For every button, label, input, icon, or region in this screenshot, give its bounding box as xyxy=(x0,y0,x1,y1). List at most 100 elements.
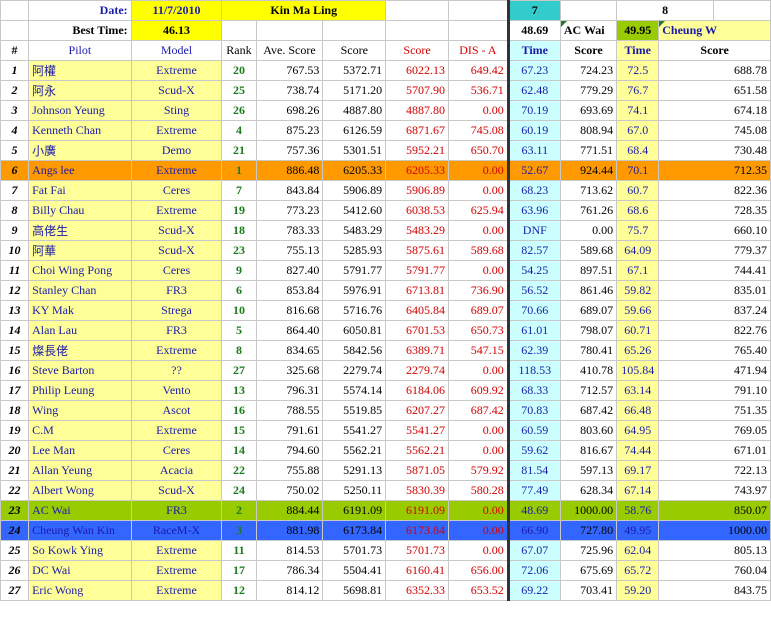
rank-cell[interactable]: 26 xyxy=(221,100,257,121)
ave-score-cell[interactable]: 757.36 xyxy=(255,140,324,161)
date-value[interactable]: 11/7/2010 xyxy=(130,0,223,21)
score-r8-cell[interactable]: 765.40 xyxy=(658,340,771,361)
time-r7-cell[interactable]: 68.33 xyxy=(506,380,561,401)
score-r7-cell[interactable]: 924.44 xyxy=(559,160,618,181)
score-total-cell[interactable]: 6389.71 xyxy=(385,340,449,361)
time-r7-cell[interactable]: 61.01 xyxy=(506,320,561,341)
ave-score-cell[interactable]: 755.13 xyxy=(255,240,324,261)
dis-a-cell[interactable]: 0.00 xyxy=(447,160,509,181)
pilot-cell[interactable]: Choi Wing Pong xyxy=(28,260,132,281)
time-r7-cell[interactable]: 69.22 xyxy=(506,580,561,601)
score-r8-cell[interactable]: 743.97 xyxy=(658,480,771,501)
rank-cell[interactable]: 16 xyxy=(221,400,257,421)
time-r7-cell[interactable]: 63.96 xyxy=(506,200,561,221)
dis-a-cell[interactable]: 625.94 xyxy=(447,200,509,221)
ave-score-cell[interactable]: 816.68 xyxy=(255,300,324,321)
ave-score-cell[interactable]: 773.23 xyxy=(255,200,324,221)
rank-cell[interactable]: 13 xyxy=(221,380,257,401)
score-r8-cell[interactable]: 822.76 xyxy=(658,320,771,341)
pilot-cell[interactable]: Lee Man xyxy=(28,440,132,461)
score-r7-cell[interactable]: 589.68 xyxy=(559,240,618,261)
model-cell[interactable]: Scud-X xyxy=(130,220,223,241)
model-cell[interactable]: ?? xyxy=(130,360,223,381)
dis-a-cell[interactable]: 687.42 xyxy=(447,400,509,421)
best-time-value[interactable]: 46.13 xyxy=(130,20,223,41)
row-number[interactable]: 4 xyxy=(0,120,30,141)
score-total-cell[interactable]: 5483.29 xyxy=(385,220,449,241)
dis-a-cell[interactable]: 0.00 xyxy=(447,420,509,441)
col-time-r8[interactable]: Time xyxy=(616,40,660,61)
score-r8-cell[interactable]: 1000.00 xyxy=(658,520,771,541)
time-r8-cell[interactable]: 64.95 xyxy=(616,420,660,441)
score-r7-cell[interactable]: 761.26 xyxy=(559,200,618,221)
row-number[interactable]: 12 xyxy=(0,280,30,301)
time-r8-cell[interactable]: 59.82 xyxy=(616,280,660,301)
score-total-cell[interactable]: 6173.84 xyxy=(385,520,449,541)
time-r8-cell[interactable]: 62.04 xyxy=(616,540,660,561)
row-number[interactable]: 18 xyxy=(0,400,30,421)
row-number[interactable]: 5 xyxy=(0,140,30,161)
model-cell[interactable]: Vento xyxy=(130,380,223,401)
rank-cell[interactable]: 3 xyxy=(221,520,257,541)
time-r8-cell[interactable]: 68.6 xyxy=(616,200,660,221)
score-r8-cell[interactable]: 688.78 xyxy=(658,60,771,81)
row-number[interactable]: 8 xyxy=(0,200,30,221)
ave-score-cell[interactable]: 325.68 xyxy=(255,360,324,381)
model-cell[interactable]: Extreme xyxy=(130,60,223,81)
time-r8-cell[interactable]: 67.0 xyxy=(616,120,660,141)
pilot-cell[interactable]: Allan Yeung xyxy=(28,460,132,481)
score-cell[interactable]: 5171.20 xyxy=(322,80,387,101)
ave-score-cell[interactable]: 864.40 xyxy=(255,320,324,341)
pilot-cell[interactable]: 燦長佬 xyxy=(28,340,132,361)
score-total-cell[interactable]: 5541.27 xyxy=(385,420,449,441)
model-cell[interactable]: Ceres xyxy=(130,440,223,461)
time-r8-cell[interactable]: 76.7 xyxy=(616,80,660,101)
time-r7-cell[interactable]: 54.25 xyxy=(506,260,561,281)
score-cell[interactable]: 5291.13 xyxy=(322,460,387,481)
ave-score-cell[interactable]: 750.02 xyxy=(255,480,324,501)
round8-number[interactable]: 8 xyxy=(616,0,715,21)
score-r7-cell[interactable]: 693.69 xyxy=(559,100,618,121)
score-total-cell[interactable]: 6701.53 xyxy=(385,320,449,341)
score-r7-cell[interactable]: 628.34 xyxy=(559,480,618,501)
dis-a-cell[interactable]: 689.07 xyxy=(447,300,509,321)
time-r8-cell[interactable]: 68.4 xyxy=(616,140,660,161)
score-r8-cell[interactable]: 722.13 xyxy=(658,460,771,481)
pilot-cell[interactable]: 阿永 xyxy=(28,80,132,101)
score-r7-cell[interactable]: 712.57 xyxy=(559,380,618,401)
score-cell[interactable]: 5504.41 xyxy=(322,560,387,581)
score-r7-cell[interactable]: 816.67 xyxy=(559,440,618,461)
score-total-cell[interactable]: 5701.73 xyxy=(385,540,449,561)
ave-score-cell[interactable]: 884.44 xyxy=(255,500,324,521)
pilot-cell[interactable]: Wing xyxy=(28,400,132,421)
dis-a-cell[interactable]: 0.00 xyxy=(447,520,509,541)
time-r7-cell[interactable]: 70.19 xyxy=(506,100,561,121)
row-number[interactable]: 13 xyxy=(0,300,30,321)
time-r7-cell[interactable]: 60.19 xyxy=(506,120,561,141)
score-total-cell[interactable]: 5875.61 xyxy=(385,240,449,261)
model-cell[interactable]: Extreme xyxy=(130,160,223,181)
time-r8-cell[interactable]: 65.72 xyxy=(616,560,660,581)
score-cell[interactable]: 2279.74 xyxy=(322,360,387,381)
ave-score-cell[interactable]: 786.34 xyxy=(255,560,324,581)
location-value[interactable]: Kin Ma Ling xyxy=(221,0,387,21)
model-cell[interactable]: RaceM-X xyxy=(130,520,223,541)
time-r7-cell[interactable]: 68.23 xyxy=(506,180,561,201)
score-cell[interactable]: 5301.51 xyxy=(322,140,387,161)
dis-a-cell[interactable]: 0.00 xyxy=(447,180,509,201)
score-r8-cell[interactable]: 651.58 xyxy=(658,80,771,101)
score-r8-cell[interactable]: 660.10 xyxy=(658,220,771,241)
col-score-r7[interactable]: Score xyxy=(559,40,618,61)
score-r8-cell[interactable]: 728.35 xyxy=(658,200,771,221)
row-number[interactable]: 20 xyxy=(0,440,30,461)
rank-cell[interactable]: 8 xyxy=(221,340,257,361)
time-r7-cell[interactable]: 56.52 xyxy=(506,280,561,301)
score-cell[interactable]: 5541.27 xyxy=(322,420,387,441)
score-cell[interactable]: 5372.71 xyxy=(322,60,387,81)
score-r8-cell[interactable]: 779.37 xyxy=(658,240,771,261)
score-total-cell[interactable]: 5952.21 xyxy=(385,140,449,161)
ave-score-cell[interactable]: 814.12 xyxy=(255,580,324,601)
col-time-r7[interactable]: Time xyxy=(506,40,561,61)
score-total-cell[interactable]: 6207.27 xyxy=(385,400,449,421)
score-r7-cell[interactable]: 703.41 xyxy=(559,580,618,601)
